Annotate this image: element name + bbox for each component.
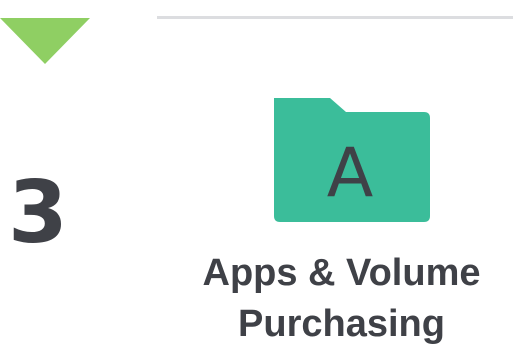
item-label: Apps & Volume Purchasing — [170, 248, 513, 350]
folder-letter: A — [327, 134, 374, 213]
step-number: 3 — [8, 163, 68, 263]
item-label-line1: Apps & Volume — [202, 252, 481, 294]
down-arrow-icon — [0, 18, 90, 64]
divider — [157, 16, 513, 19]
item-label-line2: Purchasing — [238, 303, 445, 345]
folder-icon: A — [274, 98, 430, 222]
